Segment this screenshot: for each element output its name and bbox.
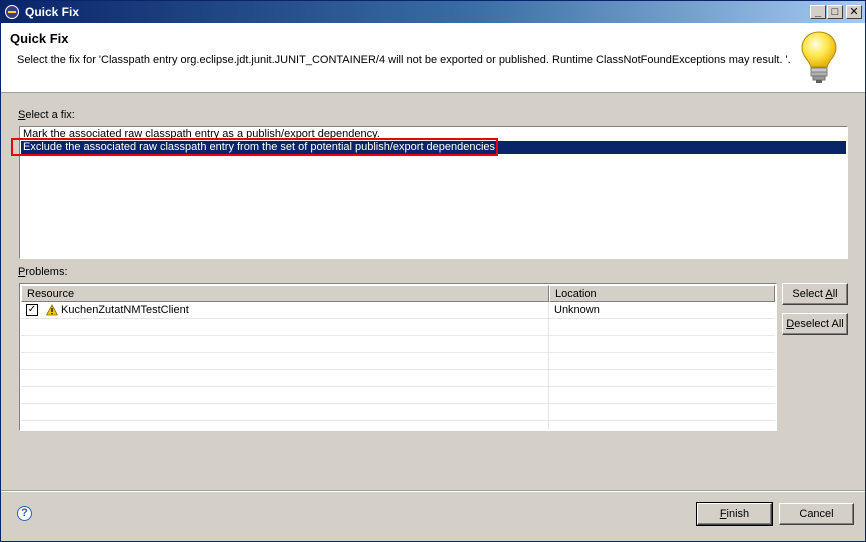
problem-checkbox[interactable]: ✓	[26, 304, 38, 316]
lightbulb-icon	[801, 31, 837, 83]
deselect-all-button[interactable]: Deselect All	[782, 313, 848, 335]
problems-table[interactable]: Resource Location ✓ KuchenZutatNMTestCli…	[19, 283, 777, 431]
eclipse-icon	[5, 5, 19, 19]
select-fix-label: Select a fix:	[18, 109, 75, 121]
title-bar[interactable]: Quick Fix _ □ ✕	[1, 1, 865, 23]
footer-separator	[1, 490, 865, 492]
finish-button[interactable]: Finish	[696, 502, 773, 526]
problems-label: Problems:	[18, 266, 68, 278]
table-row[interactable]: ✓ KuchenZutatNMTestClient Unknown	[21, 302, 775, 319]
table-row	[21, 336, 775, 353]
table-row	[21, 319, 775, 336]
column-divider	[548, 302, 549, 430]
select-all-button[interactable]: Select All	[782, 283, 848, 305]
cancel-button[interactable]: Cancel	[779, 503, 854, 525]
column-header-location[interactable]: Location	[549, 285, 775, 302]
table-row	[21, 421, 775, 430]
header-title: Quick Fix	[10, 31, 69, 46]
window-title: Quick Fix	[25, 5, 80, 19]
column-header-resource[interactable]: Resource	[21, 285, 549, 302]
close-button[interactable]: ✕	[846, 5, 862, 19]
header-message: Select the fix for 'Classpath entry org.…	[17, 54, 791, 66]
annotation-highlight-box	[11, 138, 498, 156]
table-row	[21, 404, 775, 421]
location-cell: Unknown	[554, 304, 600, 316]
dialog-header: Quick Fix Select the fix for 'Classpath …	[1, 23, 865, 93]
table-row	[21, 387, 775, 404]
minimize-button[interactable]: _	[810, 5, 826, 19]
table-row	[21, 370, 775, 387]
warning-icon	[46, 304, 58, 316]
maximize-button[interactable]: □	[827, 5, 843, 19]
help-icon[interactable]: ?	[17, 506, 32, 521]
quick-fix-dialog: Quick Fix _ □ ✕ Quick Fix Select the fix…	[0, 0, 866, 542]
table-row	[21, 353, 775, 370]
resource-cell: KuchenZutatNMTestClient	[61, 304, 189, 316]
